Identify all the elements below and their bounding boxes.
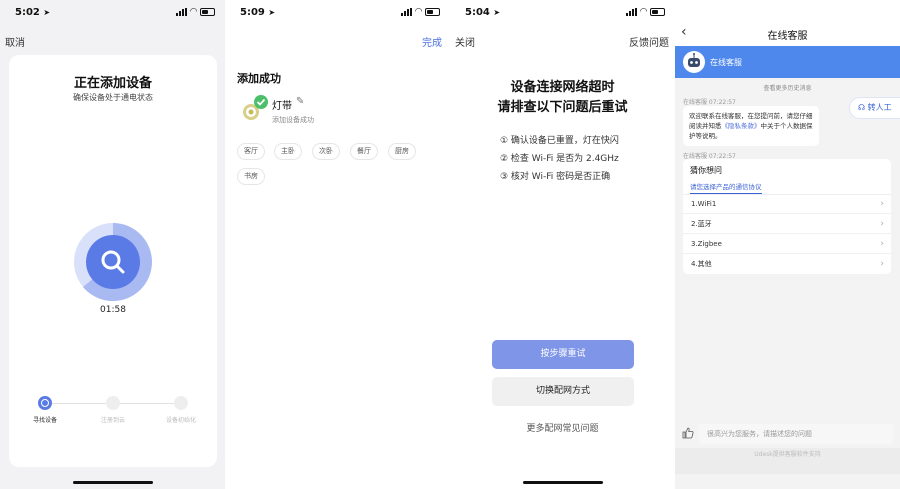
- status-time: 5:04 ➤: [465, 7, 501, 18]
- step-label: 寻找设备: [32, 417, 57, 424]
- step-register-cloud: 注册到云: [83, 396, 143, 424]
- faq-title: 猜你想问: [690, 166, 722, 175]
- status-icons: ◠: [176, 7, 215, 17]
- page-subtitle: 确保设备处于通电状态: [73, 93, 153, 102]
- chat-input[interactable]: [699, 424, 893, 444]
- step-label: 注册到云: [100, 417, 125, 424]
- tip-item: ① 确认设备已重置，灯在快闪: [500, 136, 619, 146]
- device-status: 添加设备成功: [272, 116, 314, 124]
- faq-option[interactable]: 3.Zigbee ›: [683, 235, 891, 254]
- close-button[interactable]: 关闭: [455, 34, 475, 49]
- location-icon: ➤: [268, 8, 276, 17]
- room-tag[interactable]: 餐厅: [350, 143, 378, 160]
- room-tag[interactable]: 厨房: [388, 143, 416, 160]
- wifi-icon: ◠: [640, 7, 647, 17]
- light-strip-icon: [243, 95, 268, 120]
- room-tag[interactable]: 客厅: [237, 143, 265, 160]
- timeout-title: 设备连接网络超时 请排查以下问题后重试: [450, 78, 675, 118]
- faq-subtitle-tab[interactable]: 请您选择产品的通信协议: [690, 181, 762, 194]
- battery-icon: [650, 8, 665, 16]
- faq-option[interactable]: 1.WiFi1 ›: [683, 195, 891, 214]
- nav-bar: ‹ 在线客服: [675, 0, 900, 46]
- headset-icon: ☊: [858, 103, 866, 112]
- status-icons: ◠: [401, 7, 440, 17]
- robot-avatar-icon: [683, 51, 705, 73]
- agent-name: 在线客服: [710, 58, 742, 67]
- home-indicator: [522, 481, 603, 484]
- step-label: 设备初始化: [165, 417, 196, 424]
- transfer-human-button[interactable]: ☊ 转人工: [849, 97, 900, 119]
- chevron-right-icon: ›: [880, 259, 884, 269]
- chevron-right-icon: ›: [880, 199, 884, 209]
- chevron-right-icon: ›: [880, 239, 884, 249]
- powered-by-footer: Udesk提供客服软件支持: [675, 448, 900, 474]
- location-icon: ➤: [493, 8, 501, 17]
- cancel-button[interactable]: 取消: [5, 34, 25, 49]
- agent-header: 在线客服: [675, 46, 900, 78]
- retry-button[interactable]: 按步骤重试: [492, 340, 634, 369]
- faq-option[interactable]: 4.其他 ›: [683, 255, 891, 274]
- status-bar: 5:04 ➤ ◠: [450, 6, 675, 22]
- faq-link[interactable]: 更多配网常见问题: [450, 421, 675, 434]
- status-bar: 5:02 ➤ ◠: [0, 6, 225, 22]
- countdown-timer: 01:58: [100, 305, 126, 315]
- faq-card: 猜你想问 请您选择产品的通信协议 1.WiFi1 › 2.蓝牙 › 3.Zigbee…: [683, 159, 891, 274]
- cloud-icon: [106, 396, 120, 410]
- timeout-title-line1: 设备连接网络超时: [510, 80, 615, 95]
- faq-option[interactable]: 2.蓝牙 ›: [683, 215, 891, 234]
- chevron-right-icon: ›: [880, 219, 884, 229]
- signal-icon: [176, 8, 188, 16]
- welcome-message: 欢迎联系在线客服，在您提问前，请您仔细阅读并知悉《隐私条款》中关于个人数据保护等…: [683, 106, 819, 146]
- signal-icon: [626, 8, 638, 16]
- wifi-icon: ◠: [415, 7, 422, 17]
- status-time: 5:02 ➤: [15, 7, 51, 18]
- history-link[interactable]: 查看更多历史消息: [675, 83, 900, 92]
- adding-card: 正在添加设备 确保设备处于通电状态 01:58 寻找设备 注册到云 设备初始化: [9, 55, 217, 467]
- page-title: 正在添加设备: [73, 76, 152, 91]
- switch-method-button[interactable]: 切换配网方式: [492, 377, 634, 406]
- location-icon: ➤: [43, 8, 51, 17]
- battery-icon: [425, 8, 440, 16]
- troubleshoot-tips: ① 确认设备已重置，灯在快闪 ② 检查 Wi-Fi 是否为 2.4GHz ③ 核…: [500, 132, 619, 186]
- page-title: 在线客服: [767, 31, 808, 42]
- transfer-label: 转人工: [867, 103, 892, 112]
- room-tag[interactable]: 书房: [237, 168, 265, 185]
- success-heading: 添加成功: [237, 72, 281, 85]
- status-bar: 5:09 ➤ ◠: [225, 6, 450, 22]
- edit-pencil-icon[interactable]: ✎: [296, 96, 304, 107]
- tip-item: ② 检查 Wi-Fi 是否为 2.4GHz: [500, 154, 619, 164]
- adding-device-screen: 5:02 ➤ ◠ 取消 正在添加设备 确保设备处于通电状态 01:58 寻找设备…: [0, 0, 225, 489]
- timeout-title-line2: 请排查以下问题后重试: [497, 100, 628, 115]
- status-time: 5:09 ➤: [240, 7, 276, 18]
- customer-service-screen: ‹ 在线客服 在线客服 查看更多历史消息 在线客服 07:22:57 欢迎联系在…: [675, 0, 900, 489]
- wifi-icon: ◠: [190, 7, 197, 17]
- room-tag[interactable]: 主卧: [274, 143, 302, 160]
- home-indicator: [72, 481, 153, 484]
- chat-input-bar: [675, 421, 900, 447]
- tip-item: ③ 核对 Wi-Fi 密码是否正确: [500, 172, 611, 182]
- add-success-screen: 5:09 ➤ ◠ 完成 添加成功 灯带 ✎ 添加设备成功 客厅 主卧 次卧 餐厅…: [225, 0, 450, 489]
- device-name: 灯带: [272, 101, 292, 112]
- scanning-icon: [74, 223, 152, 301]
- step-active-icon: [38, 396, 52, 410]
- done-button[interactable]: 完成: [422, 34, 442, 49]
- message-meta: 在线客服 07:22:57: [683, 99, 736, 106]
- init-icon: [174, 396, 188, 410]
- feedback-button[interactable]: 反馈问题: [629, 34, 669, 49]
- step-device-init: 设备初始化: [151, 396, 211, 424]
- privacy-link[interactable]: 《隐私条款》: [722, 122, 761, 130]
- screenshot-root: 5:02 ➤ ◠ 取消 正在添加设备 确保设备处于通电状态 01:58 寻找设备…: [0, 0, 900, 489]
- thumbs-up-icon[interactable]: [682, 427, 694, 439]
- device-item: 灯带 ✎ 添加设备成功: [241, 94, 441, 129]
- signal-icon: [401, 8, 413, 16]
- network-timeout-screen: 5:04 ➤ ◠ 关闭 反馈问题 设备连接网络超时 请排查以下问题后重试 ① 确…: [450, 0, 675, 489]
- step-find-device: 寻找设备: [15, 396, 75, 424]
- battery-icon: [200, 8, 215, 16]
- status-icons: ◠: [626, 7, 665, 17]
- room-tag[interactable]: 次卧: [312, 143, 340, 160]
- progress-steps: 寻找设备 注册到云 设备初始化: [9, 396, 217, 426]
